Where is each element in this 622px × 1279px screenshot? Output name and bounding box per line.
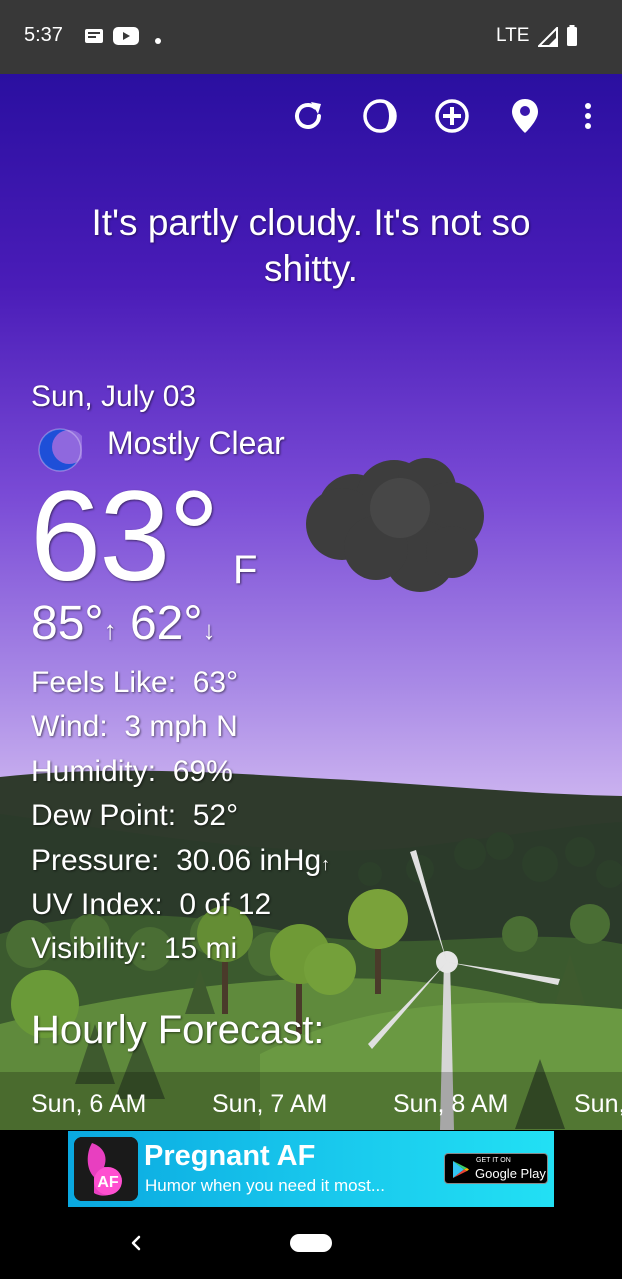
detail-feels-like: Feels Like: 63° xyxy=(31,665,238,701)
arrow-up-icon: ↑ xyxy=(103,615,117,645)
detail-label: UV Index: xyxy=(31,888,163,921)
signal-icon xyxy=(536,25,558,52)
high-low-temperature: 85°↑ 62°↓ xyxy=(31,596,216,658)
current-temperature: 63° xyxy=(30,465,220,608)
detail-pressure: Pressure: 30.06 inHg↑ xyxy=(31,843,330,882)
navigation-bar xyxy=(0,1210,622,1279)
detail-value: 15 mi xyxy=(163,932,238,965)
hourly-item[interactable]: Sun, 8 AM xyxy=(393,1090,508,1119)
network-type: LTE xyxy=(496,25,530,46)
detail-label: Dew Point: xyxy=(31,799,177,832)
detail-label: Pressure: xyxy=(31,844,160,877)
hourly-forecast-title: Hourly Forecast: xyxy=(31,1008,325,1052)
detail-value: 3 mph N xyxy=(124,710,238,743)
google-play-text: Google Play xyxy=(475,1166,546,1181)
status-bar: 5:37 LTE xyxy=(0,0,622,74)
refresh-icon xyxy=(289,97,327,140)
high-temperature: 85° xyxy=(31,597,104,650)
detail-label: Humidity: xyxy=(31,755,157,788)
ad-area: AF Pregnant AF Humor when you need it mo… xyxy=(0,1130,622,1210)
google-play-badge[interactable]: GET IT ON Google Play xyxy=(444,1153,548,1184)
more-options-icon xyxy=(583,101,593,136)
status-time: 5:37 xyxy=(24,24,63,46)
back-button[interactable] xyxy=(124,1228,148,1258)
location-button[interactable] xyxy=(503,96,547,140)
hourly-item[interactable]: Sun, 7 AM xyxy=(212,1090,327,1119)
detail-value: 0 of 12 xyxy=(179,888,272,921)
ad-app-logo: AF xyxy=(74,1137,138,1201)
hourly-item[interactable]: Sun, 9 AM xyxy=(574,1090,622,1119)
detail-value: 30.06 inHg xyxy=(176,844,322,877)
youtube-icon xyxy=(113,27,139,50)
hourly-item[interactable]: Sun, 6 AM xyxy=(31,1090,146,1119)
detail-label: Feels Like: xyxy=(31,666,177,699)
temperature-unit: F xyxy=(233,548,258,592)
ad-banner[interactable]: AF Pregnant AF Humor when you need it mo… xyxy=(68,1131,554,1207)
detail-humidity: Humidity: 69% xyxy=(31,754,233,790)
refresh-button[interactable] xyxy=(286,96,330,140)
current-date: Sun, July 03 xyxy=(31,380,197,413)
ad-logo-text: AF xyxy=(97,1174,119,1191)
low-temperature: 62° xyxy=(129,597,203,650)
location-pin-icon xyxy=(510,97,540,140)
google-play-icon xyxy=(452,1160,470,1184)
weather-headline: It's partly cloudy. It's not so shitty. xyxy=(91,202,531,289)
detail-value: 63° xyxy=(192,666,239,699)
moon-phase-button[interactable] xyxy=(358,96,402,140)
news-icon xyxy=(84,27,104,50)
google-play-small-text: GET IT ON xyxy=(476,1157,511,1164)
ad-title: Pregnant AF xyxy=(144,1140,316,1172)
home-button[interactable] xyxy=(290,1234,332,1252)
pressure-rising-icon: ↑ xyxy=(321,854,331,874)
back-arrow-icon xyxy=(131,1235,141,1251)
arrow-down-icon: ↓ xyxy=(202,615,216,645)
detail-visibility: Visibility: 15 mi xyxy=(31,931,237,967)
add-location-icon xyxy=(433,97,471,140)
detail-label: Wind: xyxy=(31,710,108,743)
battery-icon xyxy=(566,25,578,52)
moon-phase-icon xyxy=(361,97,399,140)
current-condition: Mostly Clear xyxy=(107,425,285,461)
detail-wind: Wind: 3 mph N xyxy=(31,709,238,745)
cloud-icon xyxy=(302,452,486,599)
hourly-forecast-row[interactable]: Sun, 6 AM Sun, 7 AM Sun, 8 AM Sun, 9 AM xyxy=(0,1072,622,1130)
detail-value: 69% xyxy=(172,755,233,788)
detail-dew-point: Dew Point: 52° xyxy=(31,798,238,834)
detail-uv-index: UV Index: 0 of 12 xyxy=(31,887,271,923)
dot-icon xyxy=(154,32,162,50)
more-options-button[interactable] xyxy=(566,96,610,140)
ad-subtitle: Humor when you need it most... xyxy=(145,1176,386,1195)
add-location-button[interactable] xyxy=(430,96,474,140)
detail-label: Visibility: xyxy=(31,932,148,965)
weather-scene: It's partly cloudy. It's not so shitty. … xyxy=(0,74,622,1130)
detail-value: 52° xyxy=(192,799,239,832)
